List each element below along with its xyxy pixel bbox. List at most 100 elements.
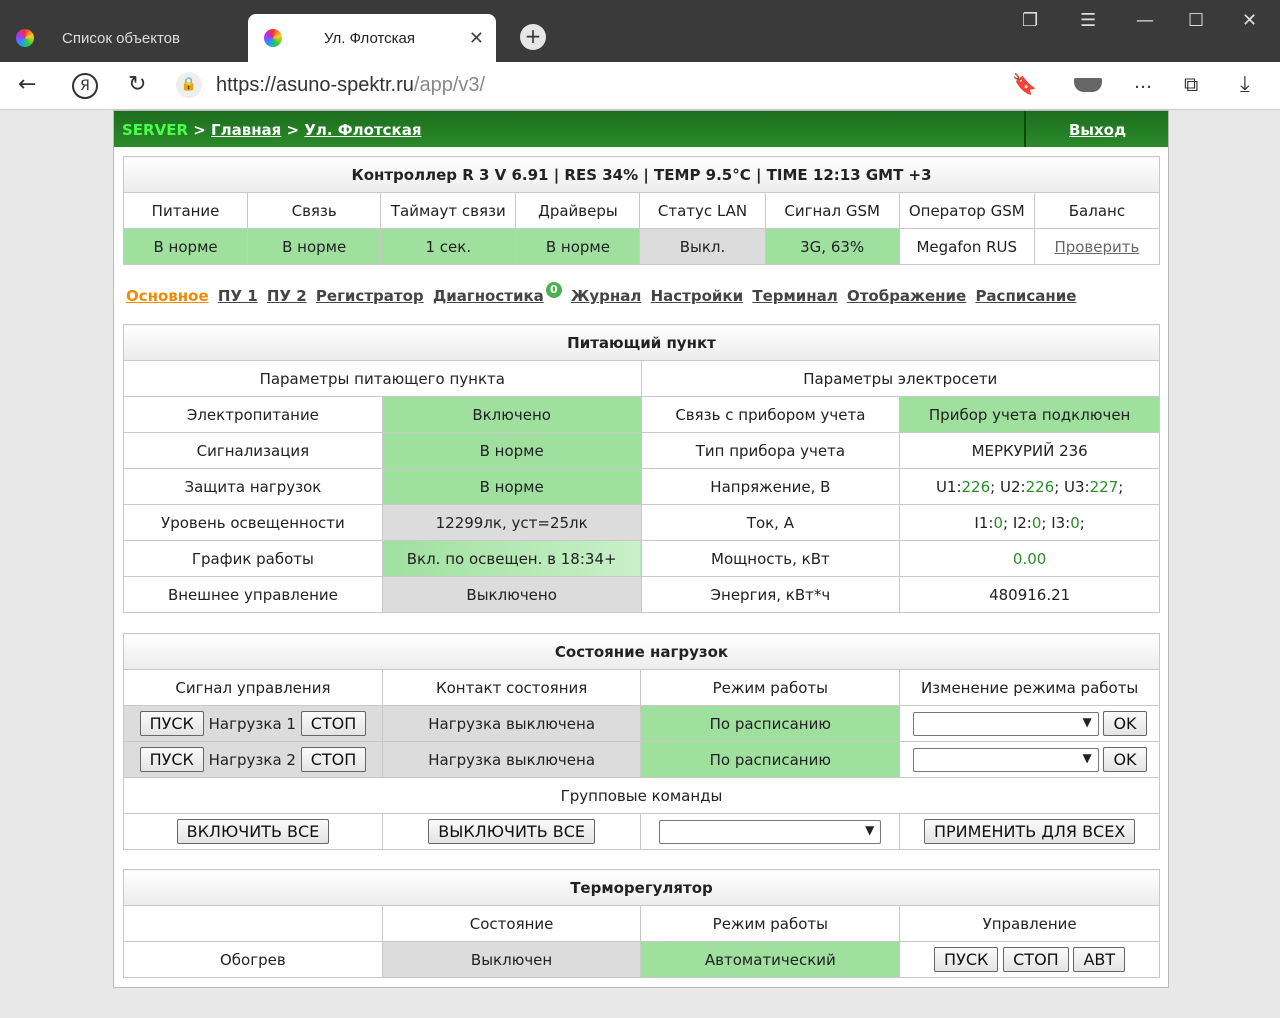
bookmarks-panel-icon[interactable]: ❐ (1022, 10, 1038, 31)
param-value: В норме (381, 432, 642, 469)
close-window-icon[interactable]: ✕ (1242, 10, 1257, 31)
i2-value: 0 (1031, 513, 1042, 532)
thermo-stop-button[interactable]: СТОП (1003, 947, 1069, 972)
load2-mode-select[interactable]: ▼ (912, 748, 1099, 773)
all-on-cell: ВКЛЮЧИТЬ ВСЕ (123, 813, 383, 850)
loads-header: Режим работы (640, 669, 901, 706)
load2-contact: Нагрузка выключена (381, 741, 642, 778)
thermo-controls: ПУСК СТОП АВТ (899, 941, 1160, 978)
yandex-icon[interactable]: Я (72, 73, 98, 99)
load1-ok-button[interactable]: OK (1103, 710, 1147, 736)
param-value: Вкл. по освещен. в 18:34+ (381, 540, 642, 577)
back-icon[interactable]: ← (18, 72, 36, 97)
load1-mode-select[interactable]: ▼ (912, 712, 1099, 737)
tab-display[interactable]: Отображение (847, 287, 966, 305)
load2-name: Нагрузка 2 (208, 751, 296, 769)
param-label: Защита нагрузок (123, 468, 383, 505)
crumb-home-link[interactable]: Главная (211, 121, 281, 139)
link-status: В норме (247, 228, 382, 265)
tab-journal[interactable]: Журнал (571, 287, 641, 305)
all-on-button[interactable]: ВКЛЮЧИТЬ ВСЕ (176, 819, 330, 844)
tab-settings[interactable]: Настройки (651, 287, 744, 305)
load2-stop-button[interactable]: СТОП (300, 747, 367, 772)
tab-recorder[interactable]: Регистратор (316, 287, 424, 305)
maximize-icon[interactable]: ☐ (1188, 10, 1204, 31)
grid-value: Прибор учета подключен (899, 396, 1160, 433)
i1-label: I1: (974, 513, 994, 532)
load1-stop-button[interactable]: СТОП (300, 711, 367, 736)
tab-title: Список объектов (62, 29, 180, 47)
thermo-start-button[interactable]: ПУСК (934, 947, 999, 972)
param-label: График работы (123, 540, 383, 577)
load1-name: Нагрузка 1 (208, 715, 296, 733)
load1-change-mode: ▼ OK (899, 705, 1160, 742)
param-label: Электропитание (123, 396, 383, 433)
feed-title: Питающий пункт (123, 324, 1160, 361)
tab-terminal[interactable]: Терминал (752, 287, 837, 305)
tab-schedule[interactable]: Расписание (975, 287, 1076, 305)
timeout-value: 1 сек. (380, 228, 517, 265)
load2-control: ПУСК Нагрузка 2 СТОП (123, 741, 383, 778)
col-gsm-operator: Оператор GSM (898, 192, 1035, 229)
download-icon[interactable]: ⤓ (1240, 72, 1250, 97)
lock-icon[interactable]: 🔒 (176, 72, 202, 98)
crumb-object-link[interactable]: Ул. Флотская (304, 121, 421, 139)
loads-table: Состояние нагрузок Сигнал управления Кон… (123, 633, 1160, 850)
favicon-icon (16, 29, 34, 47)
crumb-sep: > (281, 121, 305, 139)
protect-icon[interactable] (1074, 78, 1102, 92)
load2-change-mode: ▼ OK (899, 741, 1160, 778)
check-balance-link[interactable]: Проверить (1054, 238, 1139, 256)
logout-link[interactable]: Выход (1069, 121, 1126, 139)
tab-pu2[interactable]: ПУ 2 (267, 287, 307, 305)
crumb-sep: > (188, 121, 212, 139)
u2-value: 226 (1025, 477, 1055, 496)
topbar-divider (1024, 111, 1026, 147)
reload-icon[interactable]: ↻ (128, 72, 146, 97)
browser-tab-objects[interactable]: Список объектов (0, 14, 246, 62)
col-balance: Баланс (1033, 192, 1161, 229)
collections-icon[interactable]: ⧉ (1184, 72, 1198, 96)
new-tab-icon[interactable]: + (520, 24, 546, 50)
loads-title: Состояние нагрузок (123, 633, 1160, 670)
favicon-icon (264, 29, 282, 47)
all-off-button[interactable]: ВЫКЛЮЧИТЬ ВСЕ (428, 819, 596, 844)
loads-header: Контакт состояния (381, 669, 642, 706)
group-mode-cell: ▼ (640, 813, 901, 850)
minimize-icon[interactable]: — (1136, 10, 1154, 31)
load2-start-button[interactable]: ПУСК (139, 747, 204, 772)
server-label: SERVER (122, 121, 189, 139)
tab-main[interactable]: Основное (126, 287, 209, 305)
thermo-name: Обогрев (123, 941, 383, 978)
col-gsm-signal: Сигнал GSM (764, 192, 900, 229)
close-tab-icon[interactable]: ✕ (469, 28, 484, 49)
thermo-auto-button[interactable]: АВТ (1073, 947, 1126, 972)
thermo-title: Терморегулятор (123, 869, 1160, 906)
group-mode-select[interactable]: ▼ (659, 819, 882, 844)
tab-pu1[interactable]: ПУ 1 (218, 287, 258, 305)
url-host: https://asuno-spektr.ru (216, 74, 414, 96)
feed-point-table: Питающий пункт Параметры питающего пункт… (123, 324, 1161, 613)
diagnostics-badge: 0 (545, 282, 562, 298)
power-status: В норме (122, 228, 249, 265)
apply-all-button[interactable]: ПРИМЕНИТЬ ДЛЯ ВСЕХ (923, 819, 1136, 844)
bookmark-icon[interactable]: 🔖 (1012, 72, 1037, 96)
tab-diagnostics[interactable]: Диагностика (433, 287, 544, 305)
more-icon[interactable]: … (1134, 72, 1152, 93)
energy-value: 480916.21 (899, 576, 1160, 613)
load1-contact: Нагрузка выключена (381, 705, 642, 742)
browser-tab-active[interactable]: Ул. Флотская ✕ (248, 14, 496, 62)
load1-start-button[interactable]: ПУСК (139, 711, 204, 736)
grid-label: Мощность, кВт (640, 540, 901, 577)
apply-all-cell: ПРИМЕНИТЬ ДЛЯ ВСЕХ (899, 813, 1160, 850)
load2-ok-button[interactable]: OK (1103, 746, 1147, 772)
loads-header: Изменение режима работы (899, 669, 1160, 706)
grid-label: Энергия, кВт*ч (640, 576, 901, 613)
param-label: Уровень освещенности (123, 504, 383, 541)
menu-icon[interactable]: ☰ (1080, 10, 1096, 31)
u1-label: U1: (935, 477, 962, 496)
u1-value: 226 (961, 477, 991, 496)
thermo-mode: Автоматический (640, 941, 901, 978)
controller-title: Контроллер R 3 V 6.91 | RES 34% | TEMP 9… (123, 156, 1160, 193)
url-field[interactable]: https://asuno-spektr.ru/app/v3/ (216, 74, 485, 97)
